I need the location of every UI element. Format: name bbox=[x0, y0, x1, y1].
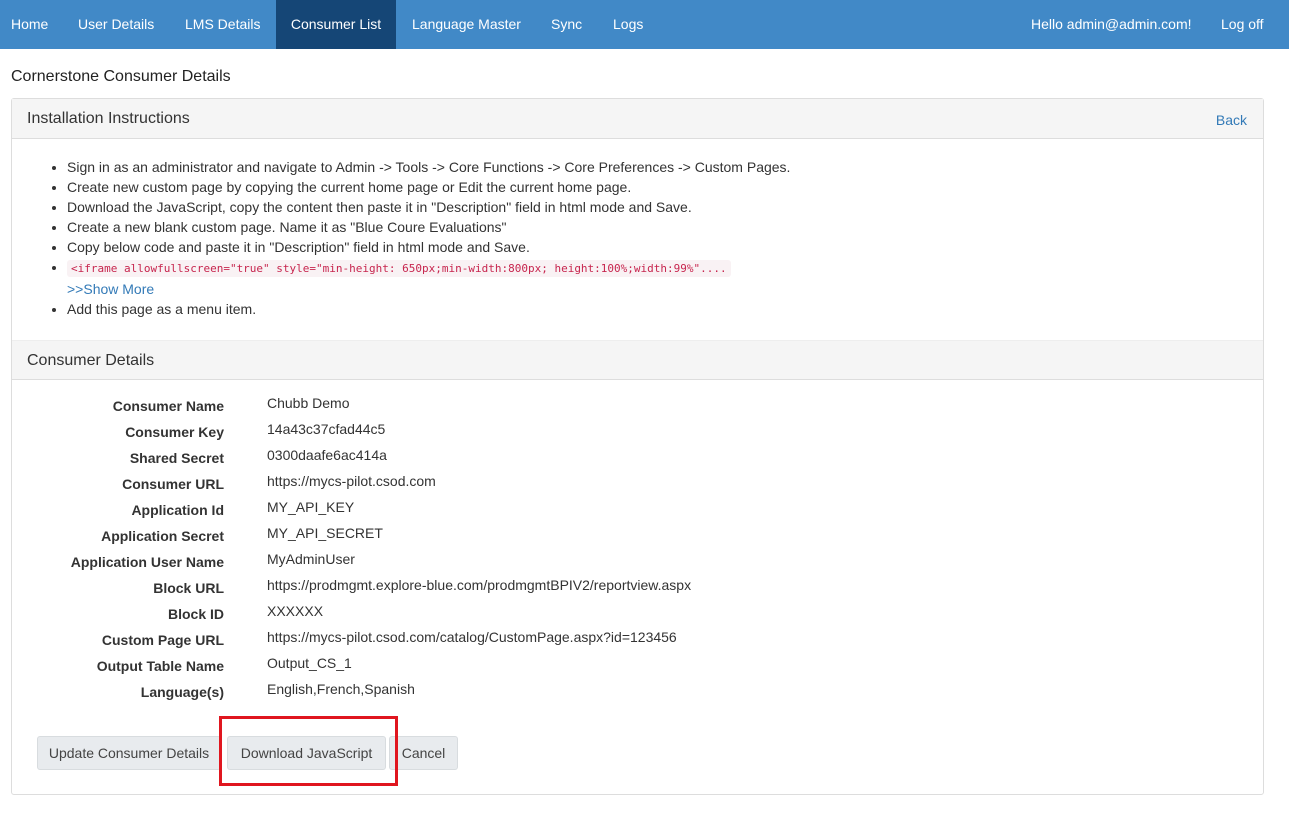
detail-label: Block URL bbox=[153, 580, 224, 596]
logoff-link[interactable]: Log off bbox=[1221, 0, 1264, 49]
detail-row: Block URL https://prodmgmt.explore-blue.c… bbox=[12, 577, 1263, 603]
detail-value: MY_API_KEY bbox=[267, 499, 355, 515]
detail-row: Language(s) English,French,Spanish bbox=[12, 681, 1263, 707]
detail-row: Consumer URL https://mycs-pilot.csod.com bbox=[12, 473, 1263, 499]
nav-consumer-list[interactable]: Consumer List bbox=[276, 0, 396, 49]
top-navbar: Home User Details LMS Details Consumer L… bbox=[0, 0, 1289, 49]
detail-label: Block ID bbox=[167, 606, 224, 622]
page-title: Cornerstone Consumer Details bbox=[11, 68, 231, 85]
installation-steps: Sign in as an administrator and navigate… bbox=[67, 157, 1247, 319]
installation-title: Installation Instructions bbox=[27, 110, 190, 127]
detail-label: Application Secret bbox=[101, 528, 224, 544]
detail-row: Application User Name MyAdminUser bbox=[12, 551, 1263, 577]
detail-value: English,French,Spanish bbox=[267, 681, 415, 697]
consumer-details-title: Consumer Details bbox=[27, 352, 155, 369]
installation-heading: Installation Instructions Back bbox=[12, 99, 1263, 139]
iframe-code-snippet: <iframe allowfullscreen="true" style="mi… bbox=[67, 260, 731, 277]
list-item: Create a new blank custom page. Name it … bbox=[67, 217, 1247, 237]
list-item: Add this page as a menu item. bbox=[67, 299, 1247, 319]
list-item: Copy below code and paste it in "Descrip… bbox=[67, 237, 1247, 257]
list-item: Download the JavaScript, copy the conten… bbox=[67, 197, 1247, 217]
detail-row: Application Secret MY_API_SECRET bbox=[12, 525, 1263, 551]
detail-row: Consumer Name Chubb Demo bbox=[12, 395, 1263, 421]
detail-value: Chubb Demo bbox=[267, 395, 350, 411]
detail-label: Shared Secret bbox=[129, 450, 224, 466]
user-greeting-link[interactable]: Hello admin@admin.com! bbox=[1031, 0, 1192, 49]
nav-user-details[interactable]: User Details bbox=[78, 0, 154, 49]
consumer-details-list: Consumer Name Chubb Demo Consumer Key 14a4… bbox=[12, 395, 1263, 707]
consumer-details-heading: Consumer Details bbox=[12, 340, 1263, 380]
detail-value: 14a43c37cfad44c5 bbox=[267, 421, 386, 437]
detail-value: https://mycs-pilot.csod.com bbox=[267, 473, 436, 489]
detail-value: https://prodmgmt.explore-blue.com/prodmg… bbox=[267, 577, 692, 593]
detail-row: Consumer Key 14a43c37cfad44c5 bbox=[12, 421, 1263, 447]
detail-value: XXXXXX bbox=[267, 603, 324, 619]
list-item: Create new custom page by copying the cu… bbox=[67, 177, 1247, 197]
detail-label: Application Id bbox=[131, 502, 224, 518]
detail-row: Output Table Name Output_CS_1 bbox=[12, 655, 1263, 681]
detail-value: https://mycs-pilot.csod.com/catalog/Cust… bbox=[267, 629, 677, 645]
detail-label: Consumer Name bbox=[112, 398, 224, 414]
detail-value: Output_CS_1 bbox=[267, 655, 352, 671]
nav-logs[interactable]: Logs bbox=[613, 0, 643, 49]
detail-label: Language(s) bbox=[140, 684, 224, 700]
detail-row: Custom Page URL https://mycs-pilot.csod.c… bbox=[12, 629, 1263, 655]
detail-label: Custom Page URL bbox=[101, 632, 224, 648]
list-item: Sign in as an administrator and navigate… bbox=[67, 157, 1247, 177]
detail-value: MyAdminUser bbox=[267, 551, 355, 567]
download-javascript-button[interactable]: Download JavaScript bbox=[227, 736, 386, 770]
list-item: <iframe allowfullscreen="true" style="mi… bbox=[67, 257, 1247, 299]
nav-language-master[interactable]: Language Master bbox=[412, 0, 521, 49]
detail-row: Application Id MY_API_KEY bbox=[12, 499, 1263, 525]
show-more-link[interactable]: >>Show More bbox=[67, 279, 1247, 299]
nav-home[interactable]: Home bbox=[11, 0, 48, 49]
detail-label: Application User Name bbox=[70, 554, 224, 570]
consumer-panel: Installation Instructions Back Sign in a… bbox=[11, 98, 1264, 795]
detail-value: 0300daafe6ac414a bbox=[267, 447, 387, 463]
nav-sync[interactable]: Sync bbox=[551, 0, 582, 49]
detail-label: Consumer URL bbox=[122, 476, 224, 492]
update-consumer-button[interactable]: Update Consumer Details bbox=[37, 736, 221, 770]
detail-label: Output Table Name bbox=[96, 658, 224, 674]
detail-label: Consumer Key bbox=[125, 424, 224, 440]
detail-value: MY_API_SECRET bbox=[267, 525, 383, 541]
detail-row: Block ID XXXXXX bbox=[12, 603, 1263, 629]
cancel-button[interactable]: Cancel bbox=[389, 736, 458, 770]
detail-row: Shared Secret 0300daafe6ac414a bbox=[12, 447, 1263, 473]
back-link[interactable]: Back bbox=[1216, 112, 1247, 128]
nav-lms-details[interactable]: LMS Details bbox=[185, 0, 260, 49]
